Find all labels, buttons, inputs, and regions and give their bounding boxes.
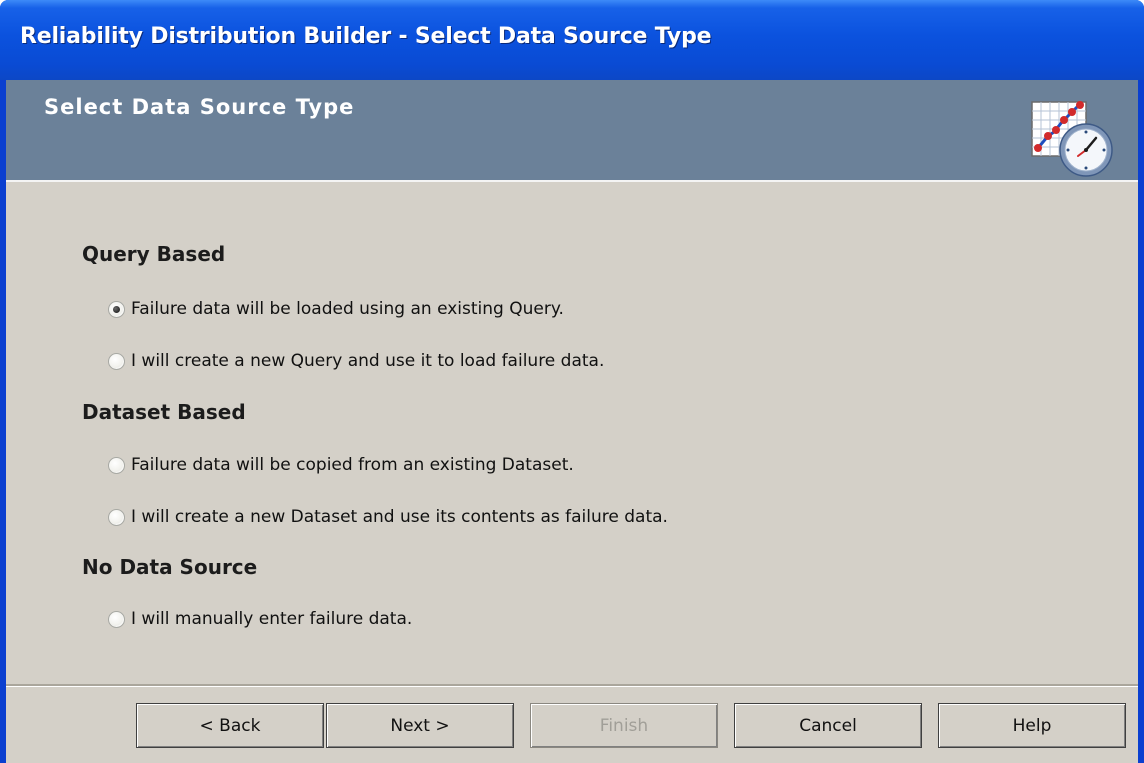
option-label[interactable]: I will create a new Query and use it to … [131,351,604,371]
option-new-dataset[interactable]: I will create a new Dataset and use its … [108,504,668,530]
option-new-query[interactable]: I will create a new Query and use it to … [108,348,604,374]
section-title-no-data-source: No Data Source [82,555,258,579]
distribution-clock-icon [1031,101,1113,177]
section-title-query-based: Query Based [82,242,226,266]
option-label[interactable]: I will manually enter failure data. [131,609,412,629]
wizard-header: Select Data Source Type [6,80,1138,180]
radio-existing-dataset[interactable] [108,456,125,474]
option-label[interactable]: Failure data will be loaded using an exi… [131,299,564,319]
back-button[interactable]: < Back [136,703,324,748]
cancel-button[interactable]: Cancel [734,703,922,748]
radio-new-dataset[interactable] [108,508,125,526]
option-existing-query[interactable]: Failure data will be loaded using an exi… [108,296,564,322]
wizard-window: Reliability Distribution Builder - Selec… [0,0,1144,763]
help-button[interactable]: Help [938,703,1126,748]
section-title-dataset-based: Dataset Based [82,400,246,424]
next-button[interactable]: Next > [326,703,514,748]
radio-manual-entry[interactable] [108,610,125,628]
finish-button[interactable]: Finish [530,703,718,748]
option-label[interactable]: Failure data will be copied from an exis… [131,455,574,475]
header-divider [6,180,1138,182]
option-label[interactable]: I will create a new Dataset and use its … [131,507,668,527]
title-bar[interactable]: Reliability Distribution Builder - Selec… [0,0,1144,80]
option-manual-entry[interactable]: I will manually enter failure data. [108,606,412,632]
footer-divider [6,684,1138,687]
wizard-body: Select Data Source Type Query Based Fail… [6,80,1138,763]
window-title: Reliability Distribution Builder - Selec… [20,24,712,49]
page-title: Select Data Source Type [44,95,355,119]
radio-existing-query[interactable] [108,300,125,318]
option-existing-dataset[interactable]: Failure data will be copied from an exis… [108,452,574,478]
radio-new-query[interactable] [108,352,125,370]
